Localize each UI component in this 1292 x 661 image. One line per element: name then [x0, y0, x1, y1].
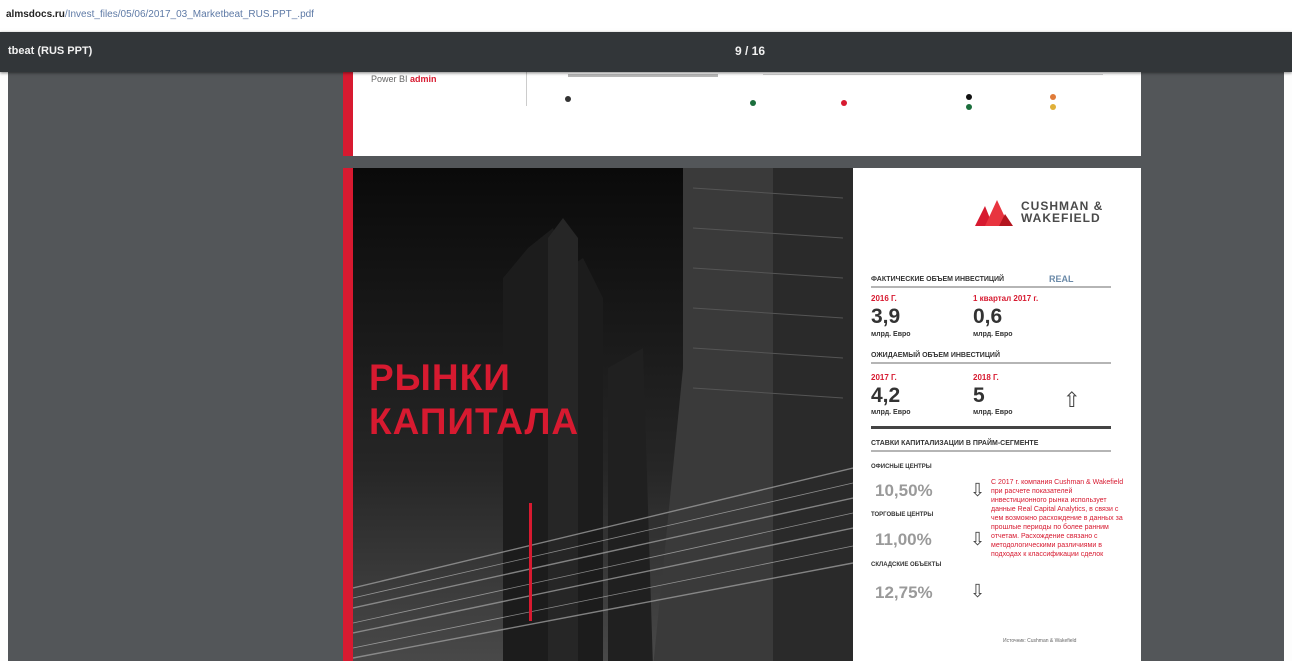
arrow-down-icon: ⇩ — [970, 480, 986, 500]
methodology-note: С 2017 г. компания Cushman & Wakefield п… — [991, 479, 1124, 558]
expected-year-2: 2018 Г. — [973, 373, 999, 382]
expected-value-2: 5 — [973, 384, 985, 407]
logo-text: CUSHMAN & WAKEFIELD — [1021, 200, 1103, 224]
pdf-page: РЫНКИ КАПИТАЛА CUSHMAN & WAKEFIELD ФАКТИ… — [343, 168, 1141, 661]
expected-unit-1: млрд. Евро — [871, 409, 911, 416]
expected-value-1: 4,2 — [871, 384, 901, 407]
legend-dot — [841, 100, 847, 106]
cap-label-office: ОФИСНЫЕ ЦЕНТРЫ — [871, 464, 932, 470]
actual-year-2: 1 квартал 2017 г. — [973, 294, 1039, 303]
cap-value-warehouse: 12,75% — [875, 583, 933, 602]
cushman-logo-icon — [975, 200, 1013, 226]
page-indicator[interactable]: 9 / 16 — [720, 44, 780, 58]
arrow-down-icon: ⇩ — [970, 581, 986, 601]
viewer-gutter-right — [1284, 72, 1292, 661]
caption-accent-line — [529, 503, 532, 621]
real-badge: REAL — [1049, 274, 1074, 284]
cap-rates-title: СТАВКИ КАПИТАЛИЗАЦИИ В ПРАЙМ-СЕГМЕНТЕ — [871, 440, 1039, 447]
headline-line2: КАПИТАЛА — [369, 401, 580, 442]
legend-dot — [966, 94, 972, 100]
headline: РЫНКИ КАПИТАЛА — [369, 356, 579, 444]
actual-unit-1: млрд. Евро — [871, 331, 911, 338]
actual-year-1: 2016 Г. — [871, 294, 897, 303]
pdf-toolbar: tbeat (RUS PPT) 9 / 16 — [0, 32, 1292, 72]
previous-page: Power BI admin — [343, 72, 1141, 156]
source-footnote: Источник: Cushman & Wakefield — [1003, 638, 1077, 644]
cap-label-warehouse: СКЛАДСКИЕ ОБЪЕКТЫ — [871, 562, 942, 568]
divider — [526, 72, 527, 106]
arrow-down-icon: ⇩ — [970, 529, 986, 549]
stats-sidebar: CUSHMAN & WAKEFIELD ФАКТИЧЕСКИЕ ОБЪЕМ ИН… — [853, 168, 1141, 661]
power-bi-link[interactable]: admin — [410, 74, 437, 84]
viewer-gutter-left — [0, 72, 8, 661]
section-rule — [871, 426, 1111, 429]
url-path: /Invest_files/05/06/2017_03_Marketbeat_R… — [64, 9, 314, 20]
actual-value-2: 0,6 — [973, 305, 1003, 328]
section-rule — [871, 286, 1111, 288]
legend-dot — [565, 96, 571, 102]
cap-value-office: 10,50% — [875, 481, 933, 500]
document-title: tbeat (RUS PPT) — [8, 45, 93, 57]
section-rule — [871, 450, 1111, 452]
page-accent-bar — [343, 168, 353, 661]
actual-unit-2: млрд. Евро — [973, 331, 1013, 338]
cap-label-retail: ТОРГОВЫЕ ЦЕНТРЫ — [871, 512, 934, 518]
actual-value-1: 3,9 — [871, 305, 901, 328]
legend-dot — [1050, 94, 1056, 100]
cap-value-retail: 11,00% — [875, 530, 932, 549]
legend-dot — [1050, 104, 1056, 110]
url-host: almsdocs.ru — [6, 9, 65, 20]
pdf-viewer[interactable]: Power BI admin РЫНКИ КАПИТАЛА CUSHMAN & … — [0, 72, 1292, 661]
chart-scale-line — [763, 74, 1103, 75]
logo-line2: WAKEFIELD — [1021, 211, 1101, 225]
expected-title: ОЖИДАЕМЫЙ ОБЪЕМ ИНВЕСТИЦИЙ — [871, 352, 1000, 359]
page-accent-bar — [343, 72, 353, 156]
address-bar[interactable]: almsdocs.ru/Invest_files/05/06/2017_03_M… — [0, 0, 1292, 32]
section-rule — [871, 362, 1111, 364]
headline-line1: РЫНКИ — [369, 357, 511, 398]
legend-dot — [750, 100, 756, 106]
expected-unit-2: млрд. Евро — [973, 409, 1013, 416]
power-bi-text: Power BI — [371, 74, 408, 84]
power-bi-label: Power BI admin — [371, 74, 437, 84]
chart-scale-bar — [568, 74, 718, 77]
actual-title: ФАКТИЧЕСКИЕ ОБЪЕМ ИНВЕСТИЦИЙ — [871, 276, 1005, 283]
expected-year-1: 2017 Г. — [871, 373, 897, 382]
legend-dot — [966, 104, 972, 110]
arrow-up-icon: ⇧ — [1063, 389, 1081, 412]
